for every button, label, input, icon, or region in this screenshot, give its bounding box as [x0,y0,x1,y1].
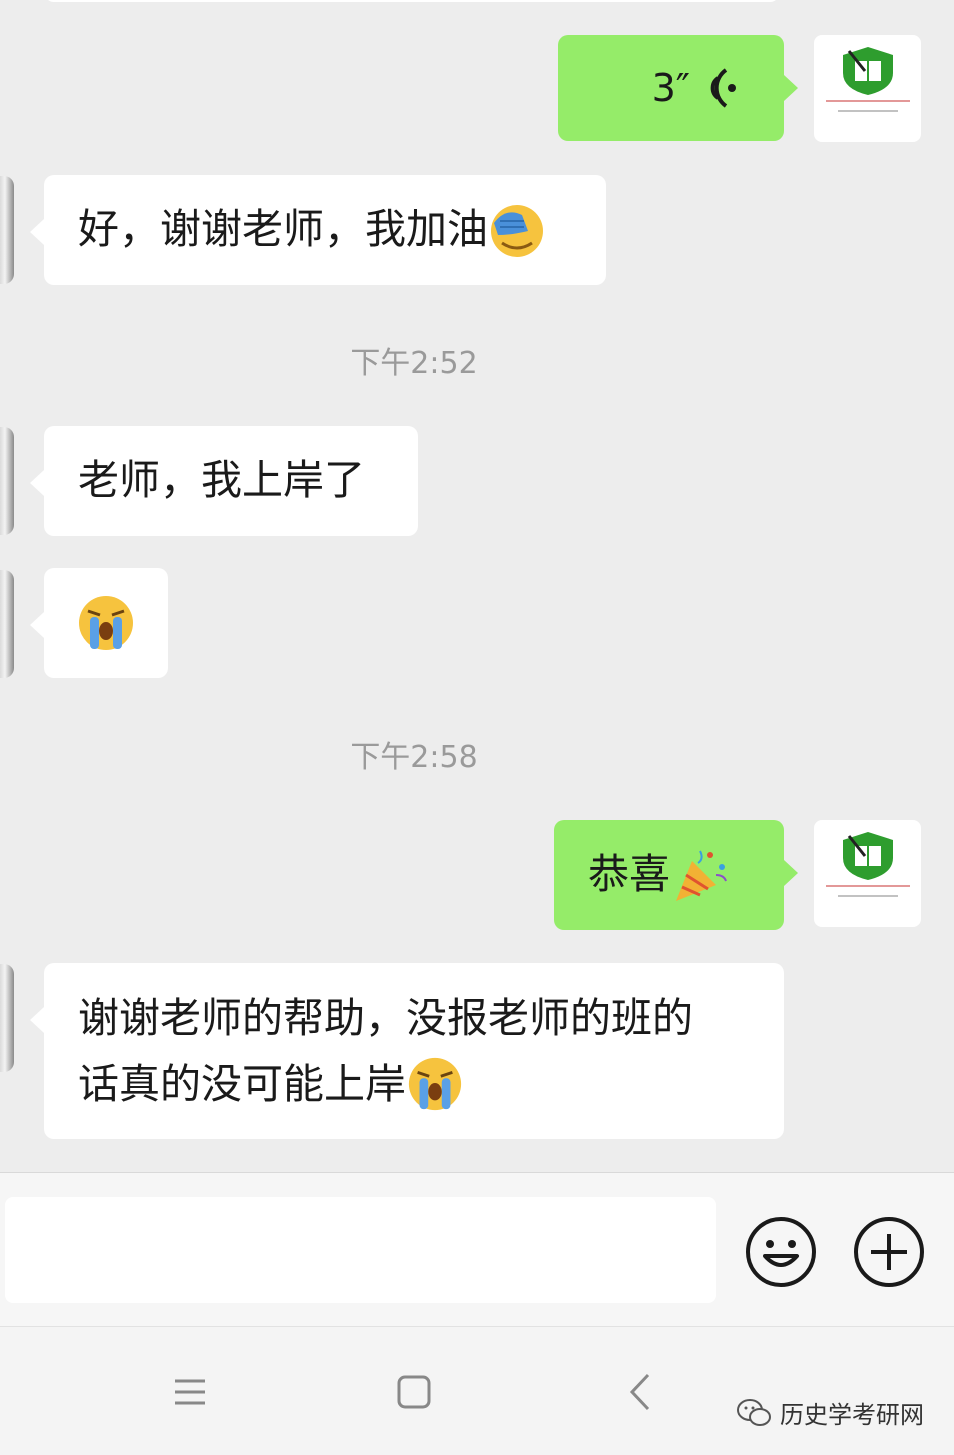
peer-avatar[interactable] [0,570,14,678]
system-nav-bar: 历史学考研网 [0,1326,954,1455]
peer-avatar[interactable] [0,176,14,284]
message-text-line-2-row: 话真的没可能上岸 [78,1051,464,1117]
school-logo-icon [842,47,893,95]
incoming-message[interactable]: 谢谢老师的帮助，没报老师的班的 话真的没可能上岸 [30,963,784,1139]
watermark-text: 历史学考研网 [780,1401,924,1429]
timestamp: 下午2:52 [350,346,478,381]
peer-avatar[interactable] [0,964,14,1072]
outgoing-message[interactable]: 恭喜 [554,820,798,930]
incoming-message[interactable]: 老师，我上岸了 [30,426,418,536]
menu-nav-icon[interactable] [165,1367,215,1417]
self-avatar[interactable] [814,35,921,142]
chat-area[interactable]: 3″ 好，谢谢老师，我加油 下午2:52 老师，我上岸了 下午2:58 恭喜 谢… [0,0,954,1172]
back-nav-icon[interactable] [616,1367,666,1417]
party-popper-emoji [676,850,727,901]
timestamp: 下午2:58 [350,740,478,775]
self-avatar[interactable] [814,820,921,927]
message-input[interactable] [5,1197,716,1303]
loudly-crying-emoji [79,596,133,650]
logo-caption-line [825,885,910,887]
logo-caption-line [837,895,898,897]
incoming-message[interactable]: 好，谢谢老师，我加油 [30,175,606,285]
message-text: 好，谢谢老师，我加油 [78,205,488,254]
message-text-line-2: 话真的没可能上岸 [78,1060,406,1108]
facepalm-emoji [491,205,543,257]
previous-message-edge [44,0,780,2]
peer-avatar[interactable] [0,427,14,535]
voice-message-bubble[interactable]: 3″ [558,35,798,141]
voice-wave-icon [710,68,736,108]
home-nav-icon[interactable] [389,1367,439,1417]
wechat-logo-icon [737,1398,771,1426]
voice-duration: 3″ [651,65,690,110]
input-bar [0,1172,954,1326]
school-logo-icon [842,832,893,880]
watermark: 历史学考研网 [736,1395,924,1430]
smiley-button-icon[interactable] [745,1216,817,1288]
logo-caption-line [825,100,910,102]
message-text: 老师，我上岸了 [78,456,365,505]
incoming-emoji-message[interactable] [30,568,168,678]
loudly-crying-emoji [408,1057,462,1111]
logo-caption-line [837,110,898,112]
message-text: 恭喜 [588,850,670,899]
message-text-line-1: 谢谢老师的帮助，没报老师的班的 [78,994,693,1042]
plus-button-icon[interactable] [853,1216,925,1288]
